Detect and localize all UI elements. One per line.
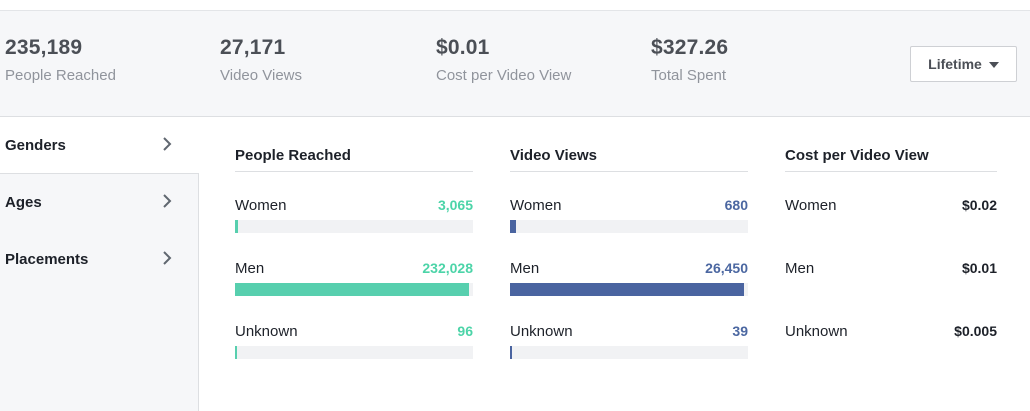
period-dropdown-label: Lifetime [928,56,982,72]
bar-track [235,220,473,233]
breakdown-row: Men 26,450 [510,235,748,298]
metric-total-spent: $327.26 Total Spent [651,35,728,86]
summary-bar: 235,189 People Reached 27,171 Video View… [0,10,1030,117]
breakdown-row: Unknown 39 [510,298,748,361]
metric-people-reached: 235,189 People Reached [5,35,116,86]
row-value: 26,450 [705,260,748,276]
metric-label: Video Views [220,67,303,84]
metric-value: $327.26 [651,36,729,59]
row-label: Unknown [785,323,848,340]
row-value: 39 [732,323,748,339]
breakdown-row: Unknown $0.005 [785,298,997,361]
metric-label: People Reached [5,67,116,84]
row-label: Unknown [235,323,298,340]
chevron-right-icon [163,251,172,265]
breakdown-row: Men 232,028 [235,235,473,298]
bar-fill [235,346,237,359]
metric-value: $0.01 [436,36,490,59]
row-label: Women [510,197,562,214]
chevron-right-icon [163,194,172,208]
row-value: 232,028 [422,260,473,276]
sidebar-item-label: Ages [5,194,42,211]
breakdown-row: Men $0.01 [785,235,997,298]
panel-title: Video Views [510,147,748,172]
row-label: Men [510,260,540,277]
breakdown-sidebar: Genders Ages Placements [0,117,199,411]
sidebar-item-ages[interactable]: Ages [0,174,198,231]
row-value: 96 [457,323,473,339]
sidebar-item-label: Genders [5,137,66,154]
metric-cost-per-video-view: $0.01 Cost per Video View [436,35,571,86]
bar-track [510,346,748,359]
metric-value: 27,171 [220,36,286,59]
bar-fill [510,283,745,296]
panel-title: People Reached [235,147,473,172]
bar-fill [510,346,512,359]
breakdown-row: Unknown 96 [235,298,473,361]
panel-video-views: Video Views Women 680 Men 26,450 Unknown… [510,147,748,361]
row-value: 680 [724,197,748,213]
period-dropdown-button[interactable]: Lifetime [910,46,1017,82]
chevron-right-icon [163,137,172,151]
panel-title: Cost per Video View [785,147,997,172]
sidebar-item-placements[interactable]: Placements [0,231,198,288]
bar-track [235,283,473,296]
sidebar-item-label: Placements [5,251,89,268]
row-label: Unknown [510,323,573,340]
bar-track [510,220,748,233]
row-value: 3,065 [437,197,473,213]
row-label: Men [785,260,815,277]
metric-label: Total Spent [651,67,727,84]
bar-track [510,283,748,296]
bar-track [235,346,473,359]
sidebar-item-genders[interactable]: Genders [0,117,199,174]
row-label: Women [235,197,287,214]
bar-fill [235,220,239,233]
breakdown-row: Women $0.02 [785,172,997,235]
metric-video-views: 27,171 Video Views [220,35,302,86]
row-value: $0.01 [961,260,997,276]
row-label: Women [785,197,837,214]
panel-cost-per-video-view: Cost per Video View Women $0.02 Men $0.0… [785,147,997,361]
caret-down-icon [988,62,999,68]
breakdown-row: Women 3,065 [235,172,473,235]
row-value: $0.005 [954,323,997,339]
bar-fill [510,220,517,233]
metric-label: Cost per Video View [436,67,572,84]
row-value: $0.02 [961,197,997,213]
metric-value: 235,189 [5,36,83,59]
bar-fill [235,283,470,296]
breakdown-row: Women 680 [510,172,748,235]
panel-people-reached: People Reached Women 3,065 Men 232,028 U… [235,147,473,361]
row-label: Men [235,260,265,277]
